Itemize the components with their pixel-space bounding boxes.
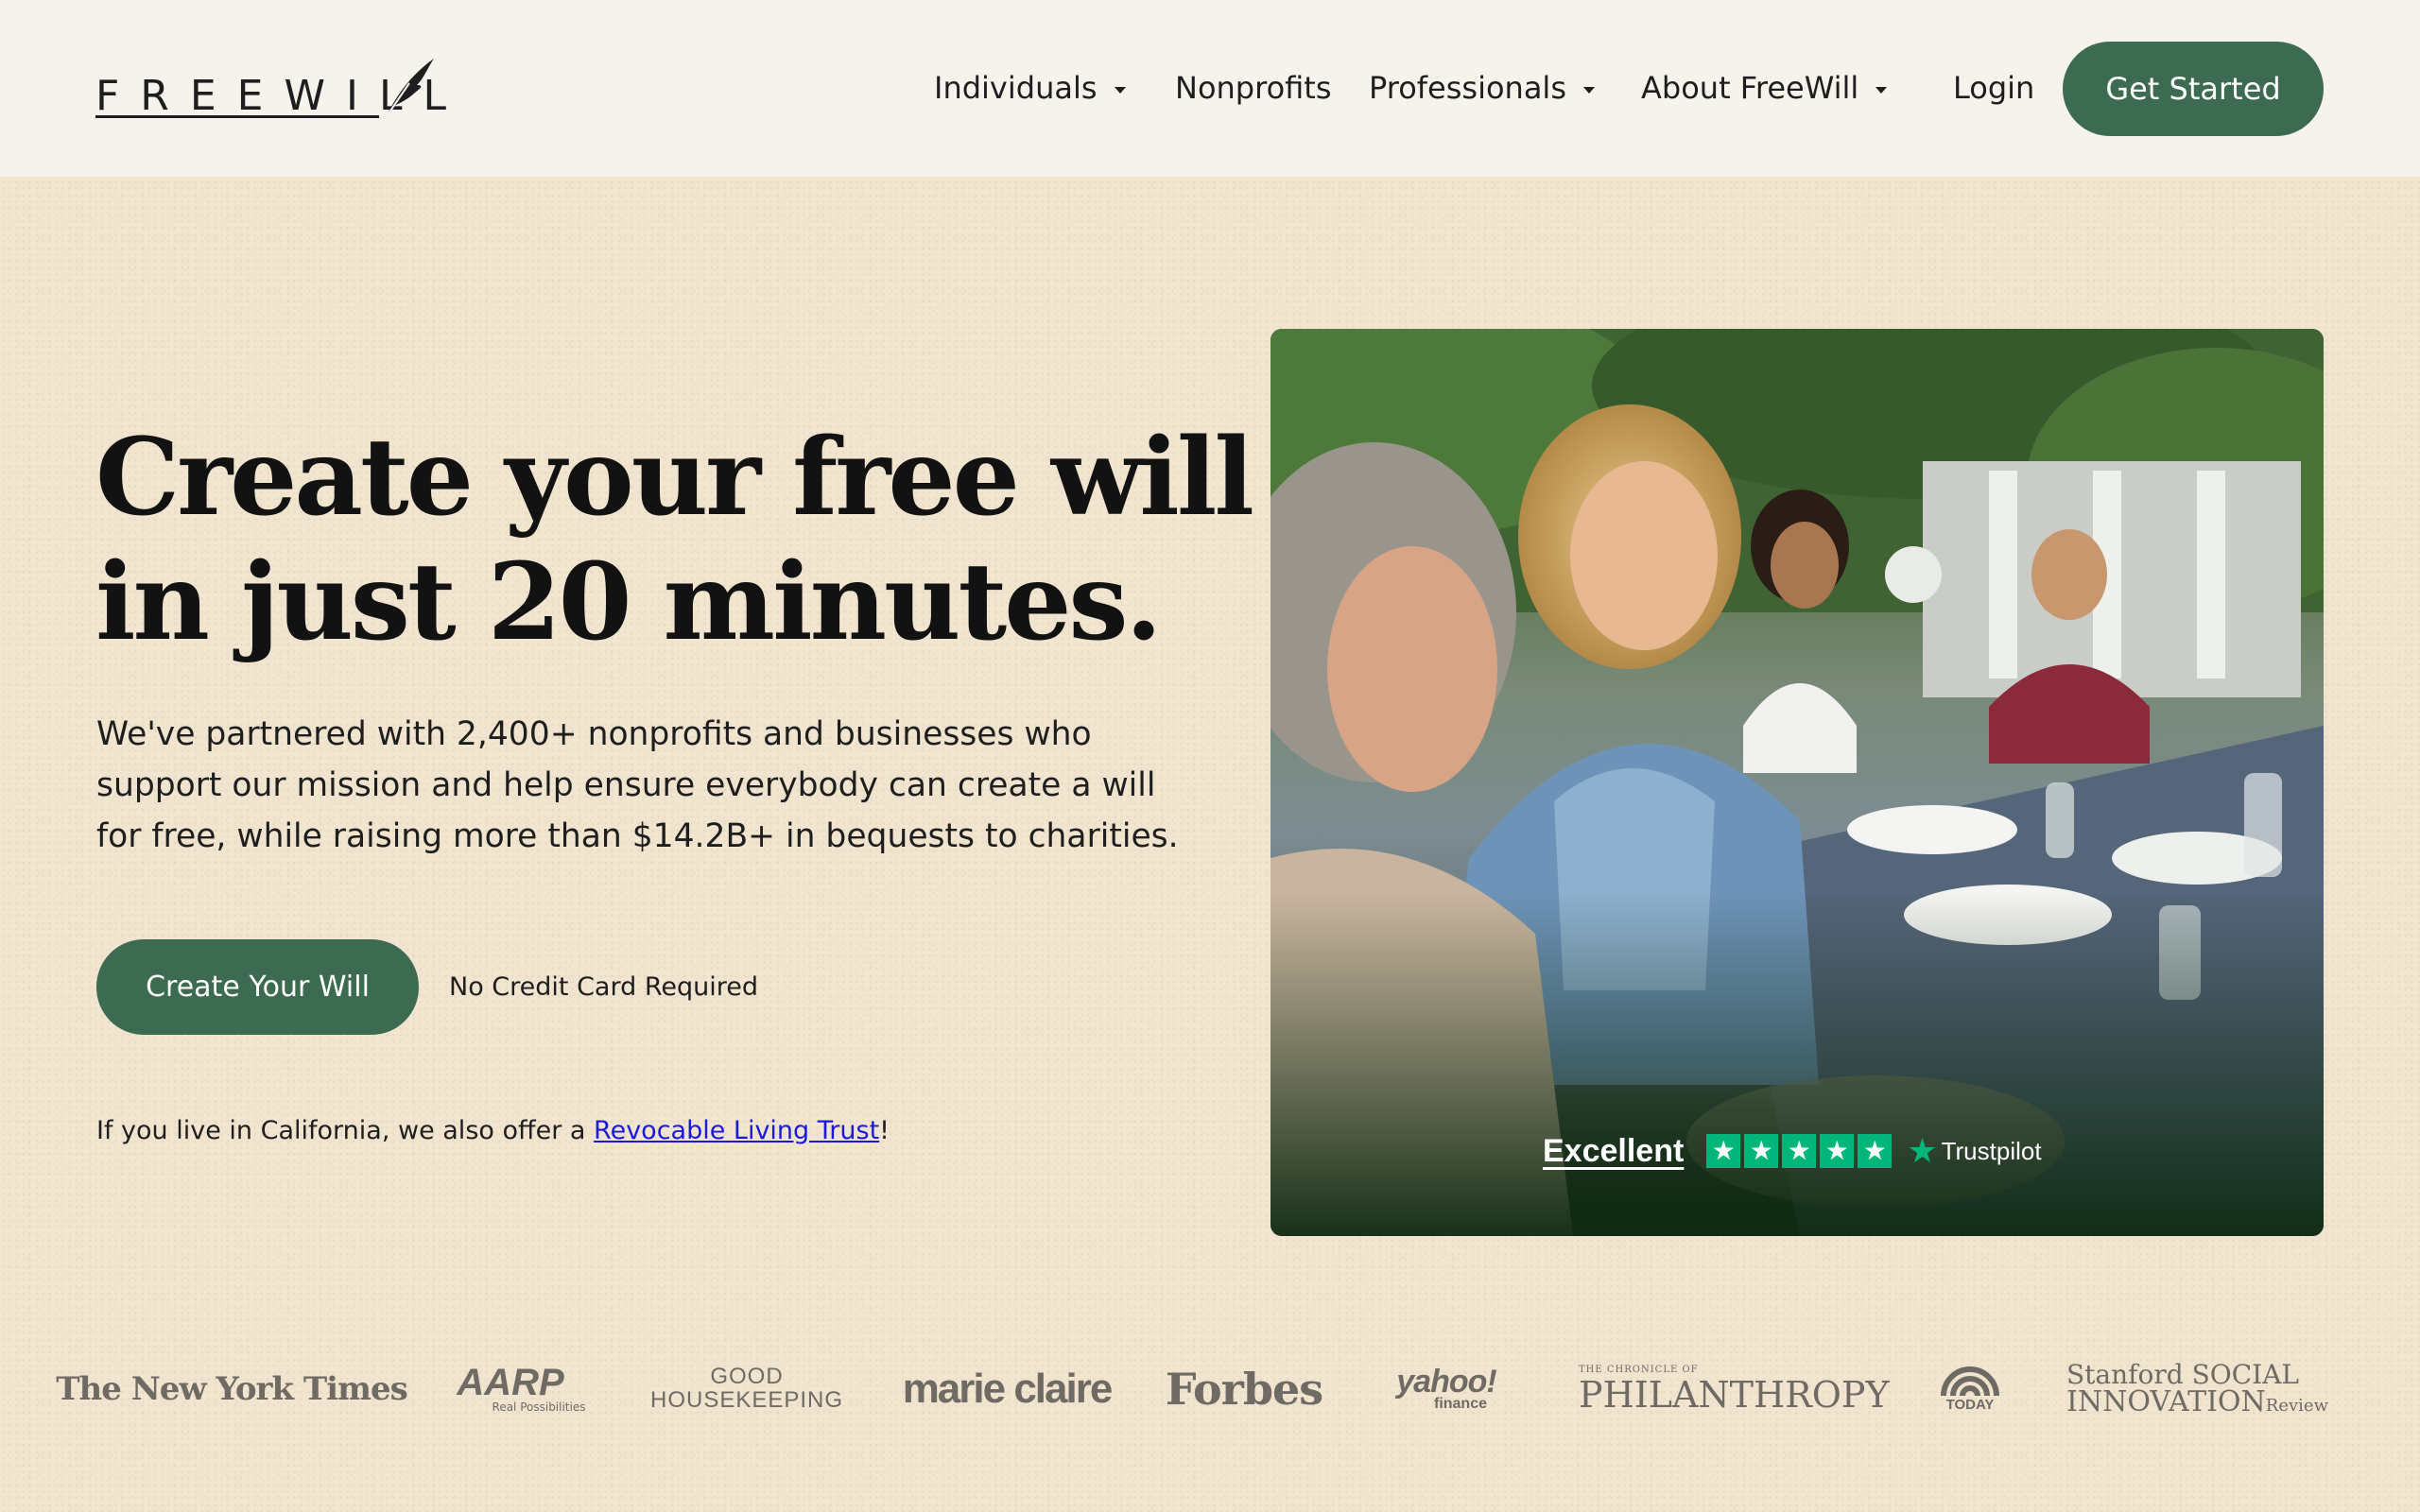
marie-claire-logo: marie claire [902, 1342, 1114, 1436]
california-trust-note: If you live in California, we also offer… [96, 1111, 890, 1149]
ssir-innovation: INNOVATION [2066, 1385, 2266, 1418]
revocable-living-trust-link[interactable]: Revocable Living Trust [594, 1116, 879, 1145]
yahoo-finance-logo: yahoo! finance [1390, 1342, 1503, 1436]
star-icon: ★ [1744, 1134, 1779, 1168]
nav-individuals[interactable]: Individuals [934, 64, 1126, 112]
trustpilot-excellent-label: Excellent [1543, 1132, 1685, 1169]
trustpilot-brand-label: Trustpilot [1941, 1136, 2042, 1165]
good-housekeeping-logo: GOOD HOUSEKEEPING [649, 1342, 844, 1436]
get-started-button[interactable]: Get Started [2063, 42, 2324, 136]
star-icon: ★ [1820, 1134, 1855, 1168]
aarp-logo-text: AARP [457, 1362, 564, 1403]
freewill-logo[interactable]: FREEWILL [95, 57, 446, 121]
hero-photo: Excellent ★ ★ ★ ★ ★ ★ Trustpilot [1270, 329, 2324, 1236]
hero-description-line: We've partnered with 2,400+ nonprofits a… [96, 715, 1092, 753]
hero-title: Create your free will in just 20 minutes… [95, 416, 1254, 665]
yahoo-finance-text: finance [1433, 1396, 1487, 1412]
logo-underline [95, 115, 379, 118]
hero-title-line: Create your free will [95, 416, 1254, 540]
chronicle-of-philanthropy-logo: THE CHRONICLE OF PHILANTHROPY [1579, 1342, 1890, 1436]
philanthropy-text: PHILANTHROPY [1579, 1374, 1890, 1416]
hero-title-line: in just 20 minutes. [95, 541, 1163, 664]
press-logos: The New York Times AARP Real Possibiliti… [0, 1342, 2420, 1436]
ssir-review: Review [2265, 1396, 2328, 1416]
ssir-line1: Stanford SOCIAL [2066, 1359, 2300, 1390]
no-credit-card-note: No Credit Card Required [449, 971, 758, 1002]
aarp-tagline: Real Possibilities [492, 1400, 586, 1414]
nav-about-freewill[interactable]: About FreeWill [1641, 64, 1888, 112]
hero-description-line: for free, while raising more than $14.2B… [96, 817, 1179, 855]
trustpilot-logo: ★ Trustpilot [1907, 1131, 2041, 1171]
california-suffix: ! [879, 1115, 890, 1145]
star-icon: ★ [1782, 1134, 1817, 1168]
nyt-logo-text: The New York Times [56, 1370, 408, 1408]
star-icon: ★ [1858, 1134, 1893, 1168]
aarp-logo: AARP Real Possibilities [444, 1342, 585, 1436]
good-housekeeping-line2: HOUSEKEEPING [649, 1387, 844, 1413]
nav-individuals-label: Individuals [934, 70, 1098, 106]
forbes-logo: Forbes [1165, 1342, 1323, 1436]
nav-professionals-label: Professionals [1369, 70, 1566, 106]
caret-down-icon [1582, 86, 1595, 94]
california-text: If you live in California, we also offer… [96, 1115, 595, 1145]
dinner-party-photo-illustration [1270, 329, 2324, 1236]
yahoo-logo-text: yahoo! [1396, 1364, 1496, 1400]
caret-down-icon [1114, 86, 1126, 94]
trustpilot-rating[interactable]: Excellent ★ ★ ★ ★ ★ ★ Trustpilot [1543, 1130, 2042, 1172]
nav-professionals[interactable]: Professionals [1369, 64, 1595, 112]
hero-description: We've partnered with 2,400+ nonprofits a… [96, 709, 1193, 862]
today-logo: TODAY [1932, 1342, 2008, 1436]
star-icon: ★ [1706, 1134, 1741, 1168]
create-your-will-button[interactable]: Create Your Will [96, 939, 419, 1035]
nav-nonprofits-label: Nonprofits [1175, 70, 1332, 106]
today-rainbow-icon [1941, 1366, 1999, 1397]
forbes-logo-text: Forbes [1165, 1364, 1323, 1415]
site-header: FREEWILL Individuals Nonprofits Professi… [0, 0, 2420, 177]
nav-about-label: About FreeWill [1641, 70, 1859, 106]
good-housekeeping-line1: GOOD [710, 1364, 784, 1389]
today-logo-text: TODAY [1945, 1397, 1995, 1413]
new-york-times-logo: The New York Times [56, 1342, 408, 1436]
login-link[interactable]: Login [1953, 64, 2034, 112]
stanford-social-innovation-review-logo: Stanford SOCIAL INNOVATION Review [2066, 1342, 2328, 1436]
nav-nonprofits[interactable]: Nonprofits [1175, 64, 1332, 112]
trustpilot-stars: ★ ★ ★ ★ ★ [1706, 1134, 1893, 1168]
caret-down-icon [1876, 86, 1888, 94]
hero-description-line: support our mission and help ensure ever… [96, 766, 1156, 804]
trustpilot-star-icon: ★ [1907, 1131, 1938, 1170]
feather-quill-icon [384, 59, 434, 120]
marie-claire-logo-text: marie claire [902, 1366, 1114, 1412]
ssir-line2: INNOVATION Review [2066, 1388, 2328, 1417]
